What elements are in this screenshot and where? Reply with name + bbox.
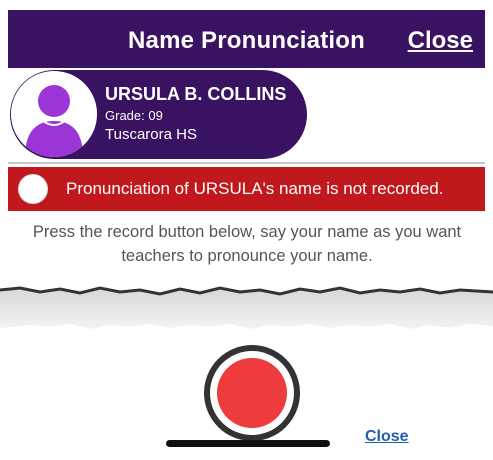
record-button[interactable] (204, 345, 300, 441)
divider (8, 162, 485, 164)
student-grade: Grade: 09 (105, 108, 163, 123)
header-bar: Name Pronunciation Close (8, 10, 485, 68)
footer-close-link[interactable]: Close (365, 428, 409, 446)
student-name: URSULA B. COLLINS (105, 84, 287, 104)
not-recorded-banner: Pronunciation of URSULA's name is not re… (8, 167, 485, 211)
person-silhouette-icon (11, 71, 97, 157)
instructions-text: Press the record button below, say your … (32, 223, 462, 265)
student-school: Tuscarora HS (105, 126, 197, 143)
home-indicator (166, 440, 330, 447)
record-icon (217, 358, 287, 428)
torn-paper-divider (0, 286, 493, 329)
name-pronunciation-screen: Name Pronunciation Close URSULA B. COLLI… (0, 0, 493, 460)
notice-text: Pronunciation of URSULA's name is not re… (66, 179, 444, 198)
avatar (11, 71, 97, 157)
student-card: URSULA B. COLLINS Grade: 09 Tuscarora HS (10, 70, 307, 159)
header-close-button[interactable]: Close (408, 27, 473, 55)
radio-empty-icon[interactable] (18, 174, 48, 204)
